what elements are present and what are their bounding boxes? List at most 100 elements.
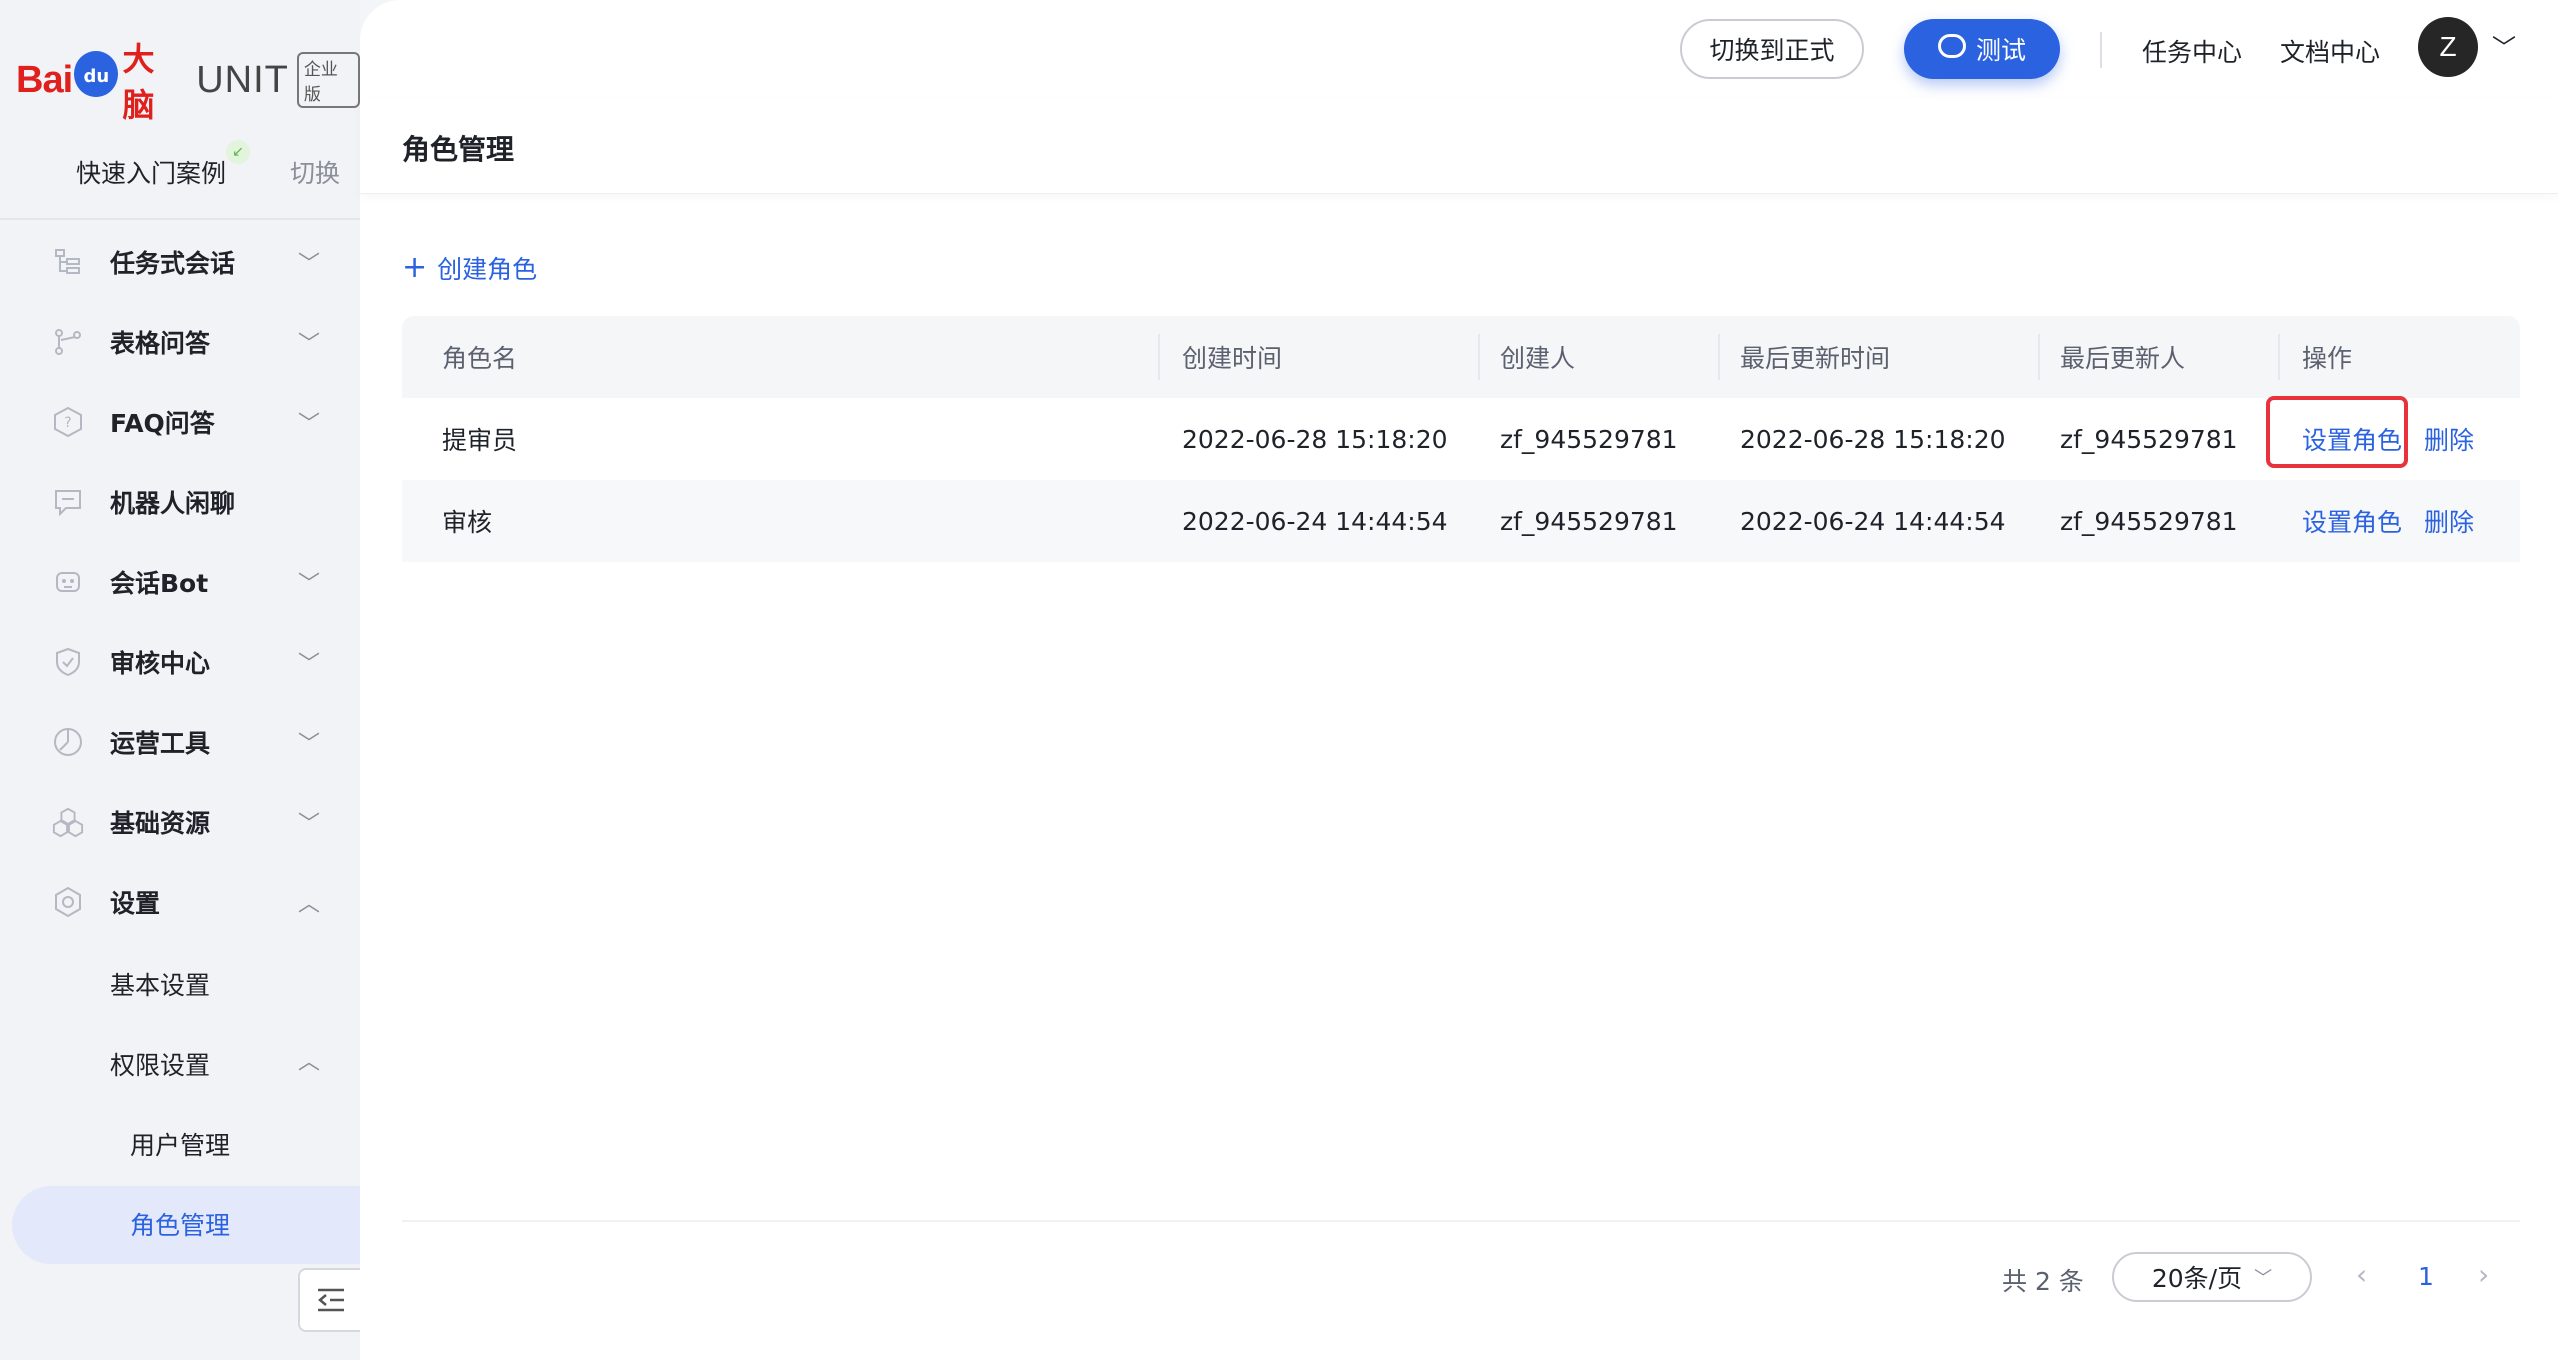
column-header: 角色名 [442,344,518,373]
project-name: 快速入门案例 [76,159,227,188]
logo-unit-text: UNIT [196,58,289,101]
sidebar-item-table-qa[interactable]: 表格问答 ﹀ [0,302,360,382]
divider [2100,32,2102,68]
table-row: 审核 2022-06-24 14:44:54 zf_945529781 2022… [402,480,2520,562]
sidebar-item-label: 表格问答 [110,329,211,358]
create-role-label: 创建角色 [437,255,538,284]
delete-link[interactable]: 删除 [2424,508,2474,537]
chevron-down-icon: ﹀ [298,332,321,357]
column-header: 最后更新人 [2038,316,2278,398]
shield-icon [52,646,84,678]
sidebar-item-label: 运营工具 [110,729,211,758]
sidebar-item-label: 机器人闲聊 [110,489,236,518]
sidebar-item-chitchat[interactable]: 机器人闲聊 [0,462,360,542]
sidebar-item-ops[interactable]: 运营工具 ﹀ [0,702,360,782]
chat-icon [1937,34,1966,58]
sidebar-item-task-dialog[interactable]: 任务式会话 ﹀ [0,222,360,302]
logo[interactable]: Bai du 大脑 UNIT 企业版 [16,40,360,124]
collapse-sidebar-button[interactable] [298,1268,362,1332]
column-header: 操作 [2278,316,2520,398]
project-row: 快速入门案例 ↙ 切换 [0,140,360,220]
sidebar-item-settings[interactable]: 设置 ︿ [0,862,360,942]
next-page-button[interactable]: › [2478,1258,2489,1291]
doc-center-link[interactable]: 文档中心 [2280,33,2380,69]
logo-danao-text: 大脑 [122,40,155,124]
top-bar: 切换到正式 测试 任务中心 文档中心 Z ﹀ [360,0,2558,98]
prev-page-button[interactable]: ‹ [2356,1258,2367,1291]
set-role-link[interactable]: 设置角色 [2302,508,2402,537]
branch-icon [52,326,84,358]
sidebar-subitem-user-management[interactable]: 用户管理 [0,1102,360,1182]
sidebar-item-faq[interactable]: ? FAQ问答 ﹀ [0,382,360,462]
column-header: 创建人 [1478,316,1718,398]
avatar[interactable]: Z [2418,17,2478,77]
plus-icon: + [402,250,428,285]
paw-icon: du [74,51,119,97]
project-status-icon: ↙ [226,140,250,164]
sidebar-item-bot[interactable]: 会话Bot ﹀ [0,542,360,622]
table-header: 角色名 创建时间 创建人 最后更新时间 最后更新人 操作 [402,316,2520,398]
chevron-down-icon: ﹀ [2254,1268,2273,1289]
chevron-up-icon: ︿ [298,892,321,917]
updater-cell: zf_945529781 [2060,506,2238,536]
total-count: 共 2 条 [2002,1267,2084,1296]
table-row: 提审员 2022-06-28 15:18:20 zf_945529781 202… [402,398,2520,480]
updater-cell: zf_945529781 [2060,424,2238,454]
sidebar-item-label: FAQ问答 [110,409,215,438]
main-panel: 切换到正式 测试 任务中心 文档中心 Z ﹀ 角色管理 + 创建角色 角色名 创… [360,0,2558,1360]
updated-time-cell: 2022-06-24 14:44:54 [1740,506,2006,536]
page-number[interactable]: 1 [2418,1262,2434,1291]
sidebar-subitem-label: 权限设置 [110,1051,211,1080]
role-name-cell: 审核 [442,508,493,537]
created-time-cell: 2022-06-28 15:18:20 [1182,424,1448,454]
sidebar: Bai du 大脑 UNIT 企业版 快速入门案例 ↙ 切换 任务式会话 ﹀ 表… [0,0,362,1360]
sidebar-subitem-basic-settings[interactable]: 基本设置 [0,942,360,1022]
created-time-cell: 2022-06-24 14:44:54 [1182,506,1448,536]
sidebar-subitem-label: 角色管理 [130,1211,231,1240]
sidebar-subitem-role-management[interactable]: 角色管理 [0,1182,360,1264]
sidebar-subitem-permissions[interactable]: 权限设置 ︿ [0,1022,360,1102]
roles-table: 角色名 创建时间 创建人 最后更新时间 最后更新人 操作 提审员 2022-06… [402,316,2520,562]
sidebar-item-label: 审核中心 [110,649,211,678]
test-button-label: 测试 [1975,36,2026,65]
flow-icon [52,246,84,278]
logo-bai-text: Bai [16,58,73,101]
pie-clock-icon [52,726,84,758]
column-header: 创建时间 [1158,316,1478,398]
svg-text:?: ? [64,415,71,431]
creator-cell: zf_945529781 [1500,424,1678,454]
task-center-link[interactable]: 任务中心 [2142,33,2242,69]
app: Bai du 大脑 UNIT 企业版 快速入门案例 ↙ 切换 任务式会话 ﹀ 表… [0,0,2558,1360]
delete-link[interactable]: 删除 [2424,426,2474,455]
page-title: 角色管理 [402,133,515,166]
page-size-value: 20条/页 [2151,1264,2243,1293]
page-size-select[interactable]: 20条/页 ﹀ [2112,1252,2312,1302]
chevron-down-icon[interactable]: ﹀ [2492,28,2516,63]
highlight-box [2266,396,2408,468]
sidebar-subitem-label: 基本设置 [110,971,211,1000]
updated-time-cell: 2022-06-28 15:18:20 [1740,424,2006,454]
chevron-down-icon: ﹀ [298,572,321,597]
question-hex-icon: ? [52,406,84,438]
sidebar-item-label: 基础资源 [110,809,211,838]
robot-icon [52,566,84,598]
chevron-down-icon: ﹀ [298,412,321,437]
test-button[interactable]: 测试 [1904,19,2060,79]
sidebar-item-label: 任务式会话 [110,249,236,278]
sidebar-item-review[interactable]: 审核中心 ﹀ [0,622,360,702]
sidebar-item-label: 设置 [110,889,161,918]
chevron-down-icon: ﹀ [298,652,321,677]
collapse-icon [318,1288,344,1312]
project-switch-button[interactable]: 切换 [290,154,340,190]
gear-icon [52,886,84,918]
sidebar-item-label: 会话Bot [110,569,209,598]
sidebar-item-resources[interactable]: 基础资源 ﹀ [0,782,360,862]
chevron-down-icon: ﹀ [298,252,321,277]
page-header: 角色管理 [360,98,2558,194]
divider [402,1220,2520,1222]
column-header: 最后更新时间 [1718,316,2038,398]
edition-badge: 企业版 [296,52,360,108]
chat-bubble-icon [52,486,84,518]
create-role-button[interactable]: + 创建角色 [402,250,537,286]
switch-to-production-button[interactable]: 切换到正式 [1680,19,1864,79]
